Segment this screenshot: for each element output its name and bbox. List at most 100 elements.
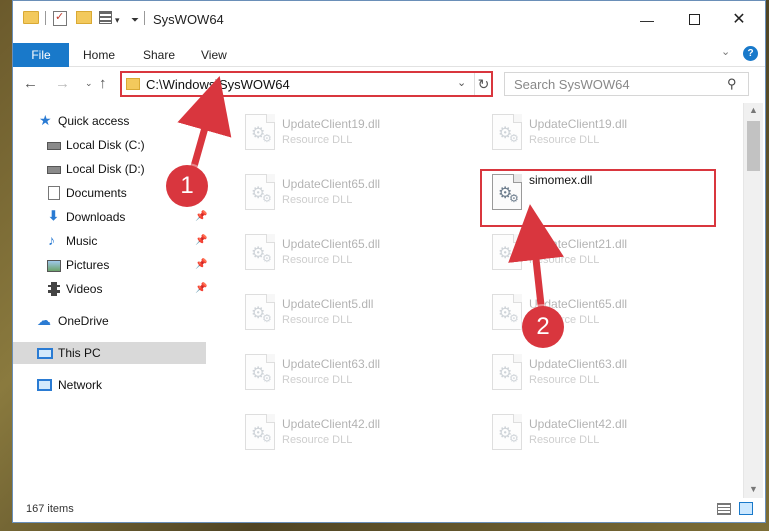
file-name: UpdateClient42.dll (282, 417, 381, 431)
dll-file-icon: ⚙ ⚙ (492, 234, 522, 270)
maximize-icon (688, 14, 700, 25)
address-bar[interactable]: C:\Windows\SysWOW64 ⌄ ↻ (120, 71, 493, 97)
details-view-icon[interactable] (717, 503, 731, 515)
scroll-up-icon[interactable]: ▲ (749, 105, 758, 115)
pin-icon[interactable]: 📌 (195, 211, 207, 222)
address-path[interactable]: C:\Windows\SysWOW64 (146, 77, 290, 92)
customize-toolbar-icon[interactable]: ⏷ (131, 11, 139, 29)
sidebar-item-onedrive[interactable]: ☁ OneDrive (13, 310, 209, 332)
view-icon[interactable] (99, 11, 112, 24)
vertical-scrollbar[interactable]: ▲ ▼ (743, 103, 763, 498)
sidebar-item-label: Local Disk (D:) (66, 162, 145, 176)
forward-button[interactable]: → (55, 75, 70, 92)
title-divider (144, 11, 145, 25)
sidebar-item-music[interactable]: ♪ Music 📌 (13, 230, 209, 252)
up-button[interactable]: ↑ (99, 75, 107, 92)
network-icon (37, 379, 52, 391)
file-item[interactable]: ⚙ ⚙ UpdateClient63.dll Resource DLL (480, 348, 705, 398)
sidebar-item-local-disk-c[interactable]: Local Disk (C:) (13, 134, 209, 156)
file-type: Resource DLL (282, 314, 353, 326)
folder-icon (126, 78, 140, 90)
dll-file-icon: ⚙ ⚙ (492, 114, 522, 150)
file-item[interactable]: ⚙ ⚙ UpdateClient42.dll Resource DLL (480, 408, 705, 458)
dll-file-icon: ⚙ ⚙ (245, 174, 275, 210)
pin-icon[interactable]: 📌 (195, 259, 207, 270)
sidebar-item-downloads[interactable]: ⬇ Downloads 📌 (13, 206, 209, 228)
file-name: UpdateClient63.dll (529, 357, 628, 371)
disk-icon (47, 142, 61, 150)
help-icon[interactable]: ? (743, 46, 758, 61)
sidebar-item-label: Quick access (58, 114, 130, 128)
file-type: Resource DLL (529, 374, 600, 386)
dll-file-icon: ⚙ ⚙ (245, 414, 275, 450)
dll-file-icon: ⚙ ⚙ (245, 354, 275, 390)
sidebar-item-label: Network (58, 378, 103, 392)
sidebar-item-network[interactable]: Network (13, 374, 209, 396)
sidebar-item-label: Documents (66, 186, 127, 200)
file-name: UpdateClient5.dll (282, 297, 374, 311)
file-name: UpdateClient42.dll (529, 417, 628, 431)
sidebar-item-label: Pictures (66, 258, 110, 272)
tab-home[interactable]: Home (83, 44, 115, 66)
tab-view[interactable]: View (201, 44, 227, 66)
maximize-button[interactable] (684, 10, 704, 30)
file-item[interactable]: ⚙ ⚙ UpdateClient19.dll Resource DLL (233, 108, 458, 158)
file-item[interactable]: ⚙ ⚙ UpdateClient65.dll Resource DLL (233, 168, 458, 218)
cloud-icon: ☁ (37, 312, 51, 328)
search-box[interactable]: ⚲ (504, 72, 749, 96)
videos-icon (48, 282, 60, 296)
sidebar-item-quick-access[interactable]: ★ Quick access (13, 110, 209, 132)
tab-file[interactable]: File (13, 43, 69, 67)
dll-file-icon: ⚙ ⚙ (492, 354, 522, 390)
back-button[interactable]: ← (23, 75, 38, 92)
status-bar: 167 items (13, 498, 765, 522)
documents-icon (48, 186, 60, 200)
tab-share[interactable]: Share (143, 44, 175, 66)
search-icon[interactable]: ⚲ (727, 76, 737, 92)
properties-icon[interactable] (53, 10, 67, 26)
item-count: 167 items (26, 503, 74, 515)
downloads-icon: ⬇ (48, 208, 59, 223)
expand-ribbon-icon[interactable]: ⌄ (721, 45, 730, 58)
file-item[interactable]: ⚙ ⚙ UpdateClient5.dll Resource DLL (233, 288, 458, 338)
file-name: UpdateClient65.dll (282, 177, 381, 191)
sidebar-item-pictures[interactable]: Pictures 📌 (13, 254, 209, 276)
computer-icon (37, 348, 53, 359)
title-bar: ▾ ⏷ SysWOW64 — ✕ (13, 1, 765, 39)
search-input[interactable] (505, 73, 720, 95)
large-icons-view-icon[interactable] (739, 502, 753, 515)
new-folder-icon[interactable] (76, 11, 92, 24)
pictures-icon (47, 260, 61, 272)
file-item[interactable]: ⚙ ⚙ UpdateClient21.dll Resource DLL (480, 228, 705, 278)
sidebar-item-label: OneDrive (58, 314, 109, 328)
file-type: Resource DLL (529, 434, 600, 446)
minimize-button[interactable]: — (637, 10, 657, 30)
dll-file-icon: ⚙ ⚙ (245, 114, 275, 150)
scroll-down-icon[interactable]: ▼ (749, 484, 758, 494)
recent-locations-button[interactable]: ⌄ (85, 78, 93, 89)
refresh-button[interactable]: ↻ (474, 73, 492, 95)
pin-icon[interactable]: 📌 (195, 235, 207, 246)
sidebar-item-this-pc[interactable]: This PC (13, 342, 206, 364)
quick-access-divider (45, 11, 46, 25)
file-item[interactable]: ⚙ ⚙ UpdateClient65.dll Resource DLL (480, 288, 705, 338)
close-button[interactable]: ✕ (729, 10, 749, 30)
file-item[interactable]: ⚙ ⚙ UpdateClient19.dll Resource DLL (480, 108, 705, 158)
music-icon: ♪ (48, 232, 55, 248)
chevron-down-icon[interactable]: ⌄ (457, 76, 466, 89)
file-item[interactable]: ⚙ ⚙ UpdateClient63.dll Resource DLL (233, 348, 458, 398)
file-item[interactable]: ⚙ ⚙ UpdateClient42.dll Resource DLL (233, 408, 458, 458)
scroll-thumb[interactable] (747, 121, 760, 171)
pin-icon[interactable]: 📌 (195, 283, 207, 294)
window-title: SysWOW64 (153, 12, 224, 27)
file-type: Resource DLL (529, 254, 600, 266)
sidebar-item-label: Local Disk (C:) (66, 138, 145, 152)
sidebar-item-videos[interactable]: Videos 📌 (13, 278, 209, 300)
file-name: UpdateClient19.dll (282, 117, 381, 131)
disk-icon (47, 166, 61, 174)
folder-icon (23, 11, 39, 24)
sidebar-item-label: Videos (66, 282, 103, 296)
file-type: Resource DLL (282, 434, 353, 446)
chevron-down-icon[interactable]: ▾ (115, 11, 120, 29)
file-item[interactable]: ⚙ ⚙ UpdateClient65.dll Resource DLL (233, 228, 458, 278)
